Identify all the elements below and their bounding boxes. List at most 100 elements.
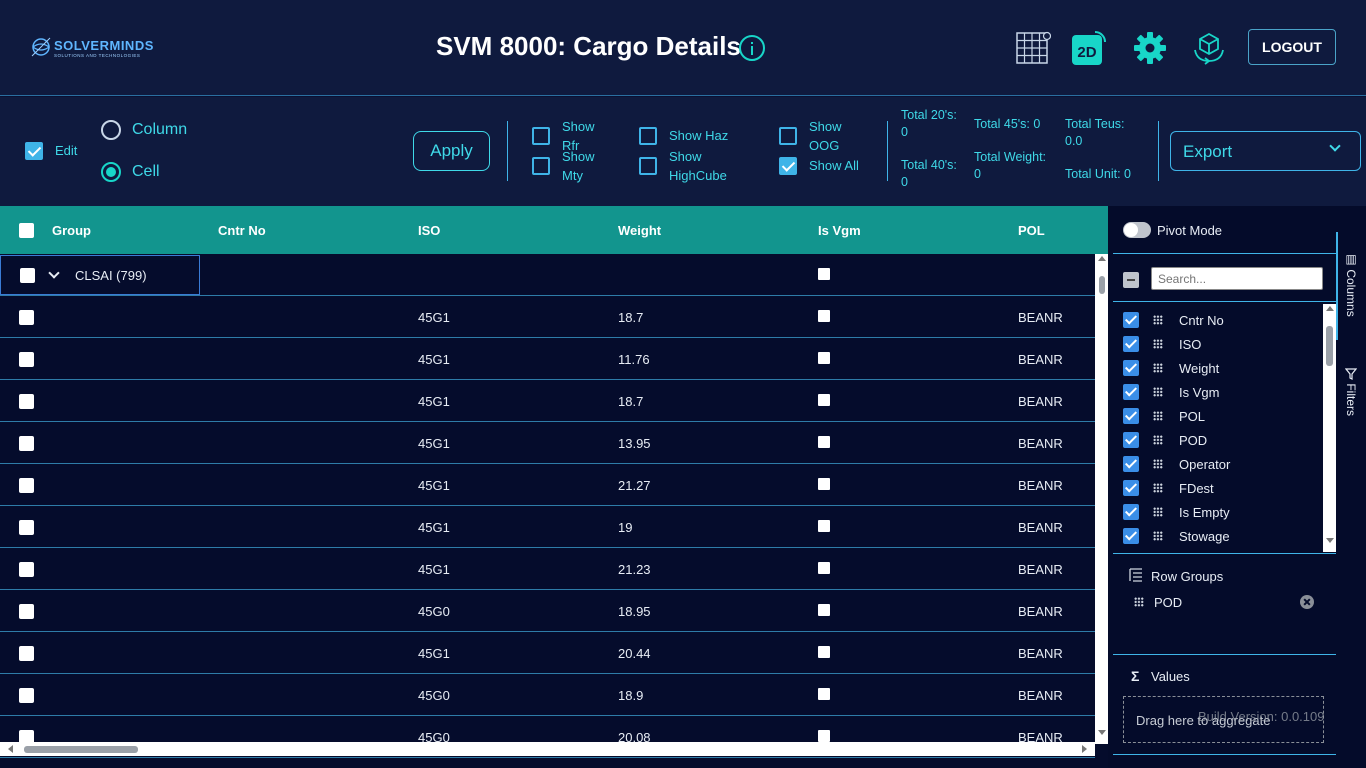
table-row[interactable]: 45G1 21.27 BEANR [0,464,1095,506]
row-checkbox[interactable] [19,478,34,493]
column-visible-checkbox[interactable] [1123,504,1139,520]
is-vgm-checkbox[interactable] [818,352,830,364]
column-list-item[interactable]: ISO [1113,332,1323,356]
column-header-iso[interactable]: ISO [418,223,440,238]
cell-weight[interactable]: 18.9 [618,688,643,703]
table-row[interactable]: 45G1 18.7 BEANR [0,380,1095,422]
row-checkbox[interactable] [19,394,34,409]
scroll-thumb[interactable] [24,746,138,753]
show-mty-checkbox[interactable] [532,157,550,175]
scroll-up-icon[interactable] [1326,306,1334,311]
is-vgm-checkbox[interactable] [818,730,830,742]
grip-icon[interactable] [1153,459,1163,469]
tab-filters[interactable]: Filters [1344,368,1358,416]
column-list-item[interactable]: Operator [1113,452,1323,476]
select-all-checkbox[interactable] [19,223,34,238]
show-oog-checkbox[interactable] [779,127,797,145]
cell-weight[interactable]: 20.44 [618,646,651,661]
grip-icon[interactable] [1153,531,1163,541]
column-search-input[interactable] [1151,267,1323,290]
column-list-item[interactable]: Stowage [1113,524,1323,548]
tab-columns[interactable]: ▥ Columns [1344,252,1358,317]
toggle-all-columns-checkbox[interactable] [1123,272,1139,288]
cell-iso[interactable]: 45G1 [418,562,450,577]
is-vgm-checkbox[interactable] [818,394,830,406]
cell-weight[interactable]: 19 [618,520,632,535]
grip-icon[interactable] [1153,387,1163,397]
column-list-item[interactable]: Cntr No [1113,308,1323,332]
gear-icon[interactable] [1132,30,1168,66]
table-row[interactable]: 45G1 18.7 BEANR [0,296,1095,338]
column-visible-checkbox[interactable] [1123,528,1139,544]
cell-pol[interactable]: BEANR [1018,604,1063,619]
cell-pol[interactable]: BEANR [1018,520,1063,535]
group-row-checkbox[interactable] [20,268,35,283]
apply-button[interactable]: Apply [413,131,490,171]
row-checkbox[interactable] [19,436,34,451]
logout-button[interactable]: LOGOUT [1248,29,1336,65]
row-checkbox[interactable] [19,562,34,577]
table-row[interactable]: 45G1 13.95 BEANR [0,422,1095,464]
cube-rotate-icon[interactable] [1191,30,1227,66]
grip-icon[interactable] [1153,315,1163,325]
table-row[interactable]: 45G0 18.9 BEANR [0,674,1095,716]
show-highcube-checkbox[interactable] [639,157,657,175]
column-visible-checkbox[interactable] [1123,432,1139,448]
grid-vertical-scrollbar[interactable] [1095,254,1108,744]
is-vgm-checkbox[interactable] [818,646,830,658]
is-vgm-checkbox[interactable] [818,436,830,448]
column-list-item[interactable]: POL [1113,404,1323,428]
scroll-up-icon[interactable] [1098,256,1106,261]
grip-icon[interactable] [1153,363,1163,373]
cell-weight[interactable]: 11.76 [618,352,650,367]
table-row[interactable]: 45G1 11.76 BEANR [0,338,1095,380]
grid-horizontal-scrollbar[interactable] [0,742,1095,756]
is-vgm-checkbox[interactable] [818,478,830,490]
row-checkbox[interactable] [19,352,34,367]
cell-pol[interactable]: BEANR [1018,688,1063,703]
cell-pol[interactable]: BEANR [1018,562,1063,577]
group-row[interactable]: CLSAI (799) [0,254,1095,296]
column-visible-checkbox[interactable] [1123,408,1139,424]
grip-icon[interactable] [1153,483,1163,493]
column-list-scrollbar[interactable] [1323,304,1336,552]
cell-weight[interactable]: 21.27 [618,478,651,493]
grip-icon[interactable] [1153,411,1163,421]
column-visible-checkbox[interactable] [1123,480,1139,496]
cell-iso[interactable]: 45G1 [418,352,450,367]
cell-iso[interactable]: 45G1 [418,646,450,661]
row-checkbox[interactable] [19,646,34,661]
column-header-group[interactable]: Group [52,223,91,238]
cell-pol[interactable]: BEANR [1018,646,1063,661]
cell-pol[interactable]: BEANR [1018,394,1063,409]
pivot-mode-toggle[interactable] [1123,222,1151,238]
cell-iso[interactable]: 45G1 [418,478,450,493]
info-icon[interactable] [739,35,765,61]
mode-cell-radio[interactable] [101,162,121,182]
column-header-weight[interactable]: Weight [618,223,661,238]
column-header-cntr-no[interactable]: Cntr No [218,223,266,238]
view-2d-icon[interactable]: 2D [1071,30,1107,66]
remove-icon[interactable] [1300,595,1314,609]
cell-weight[interactable]: 18.95 [618,604,651,619]
scroll-down-icon[interactable] [1326,538,1334,543]
column-list-item[interactable]: Is Vgm [1113,380,1323,404]
table-row[interactable]: 45G1 21.23 BEANR [0,548,1095,590]
is-vgm-checkbox[interactable] [818,268,830,280]
cell-weight[interactable]: 18.7 [618,310,643,325]
row-checkbox[interactable] [19,604,34,619]
table-row[interactable]: 45G0 18.95 BEANR [0,590,1095,632]
row-checkbox[interactable] [19,520,34,535]
cell-pol[interactable]: BEANR [1018,352,1063,367]
table-row[interactable]: 45G1 20.44 BEANR [0,632,1095,674]
cell-weight[interactable]: 13.95 [618,436,651,451]
grip-icon[interactable] [1153,435,1163,445]
column-visible-checkbox[interactable] [1123,312,1139,328]
column-header-is-vgm[interactable]: Is Vgm [818,223,861,238]
scroll-left-icon[interactable] [8,745,13,753]
column-visible-checkbox[interactable] [1123,336,1139,352]
show-haz-checkbox[interactable] [639,127,657,145]
grip-icon[interactable] [1153,507,1163,517]
group-cell[interactable]: CLSAI (799) [0,255,200,295]
cell-pol[interactable]: BEANR [1018,310,1063,325]
